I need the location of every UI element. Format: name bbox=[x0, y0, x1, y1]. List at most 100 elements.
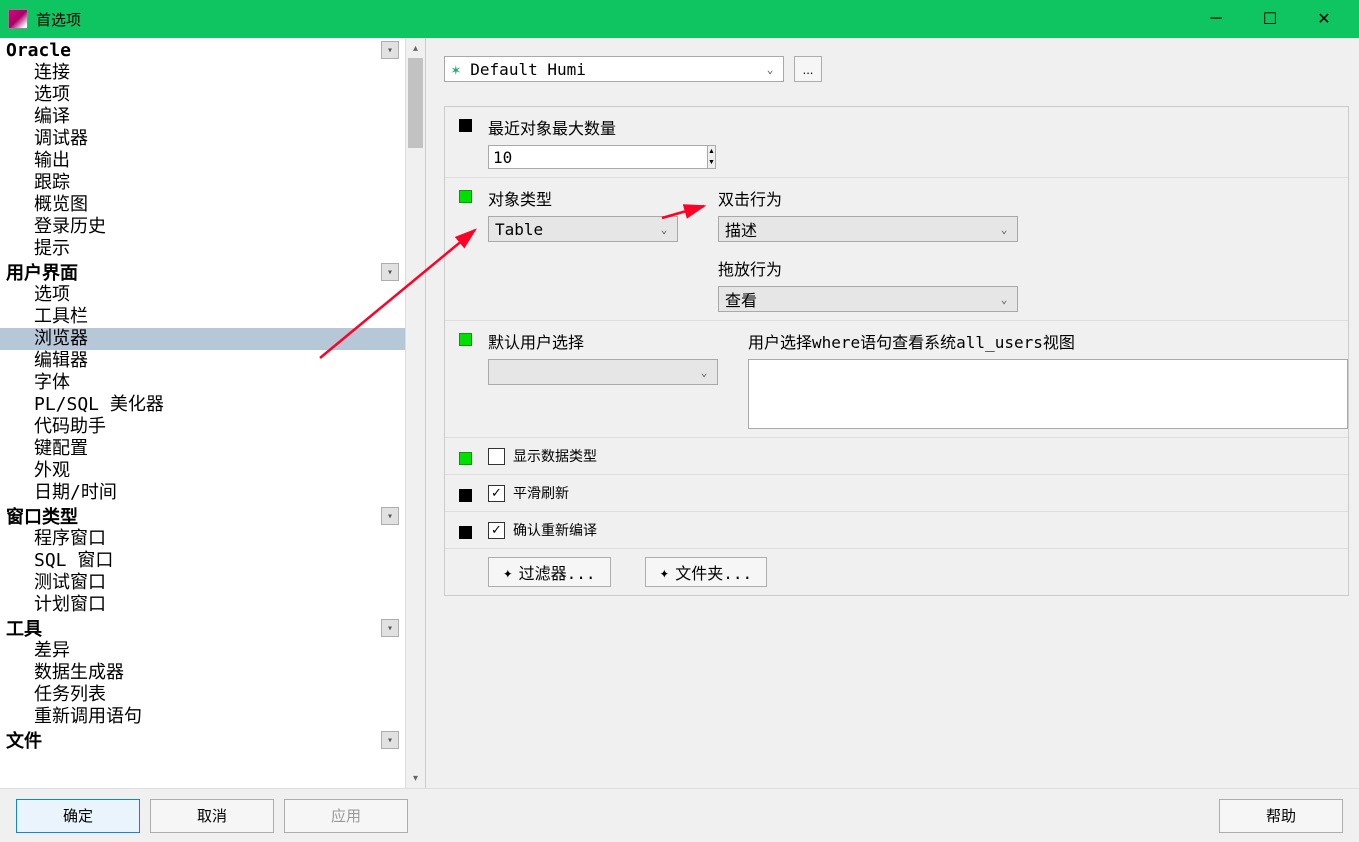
where-label: 用户选择where语句查看系统all_users视图 bbox=[748, 329, 1348, 353]
tree-group-header[interactable]: 工具 bbox=[0, 616, 405, 640]
tree-item[interactable]: 概览图 bbox=[0, 194, 405, 216]
defuser-label: 默认用户选择 bbox=[488, 329, 718, 353]
chevron-down-icon: ⌄ bbox=[761, 63, 779, 76]
app-icon bbox=[8, 9, 28, 29]
smooth-checkbox[interactable]: ✓ bbox=[488, 485, 505, 502]
spin-up-icon[interactable]: ▲ bbox=[708, 146, 715, 157]
filter-button[interactable]: ✦过滤器... bbox=[488, 557, 611, 587]
tree-item[interactable]: PL/SQL 美化器 bbox=[0, 394, 405, 416]
tree-item[interactable]: 外观 bbox=[0, 460, 405, 482]
dragdrop-select[interactable]: 查看 ⌄ bbox=[718, 286, 1018, 312]
tree-item[interactable]: 选项 bbox=[0, 84, 405, 106]
tree-item[interactable]: 编辑器 bbox=[0, 350, 405, 372]
confirm-checkbox[interactable]: ✓ bbox=[488, 522, 505, 539]
marker-icon bbox=[459, 333, 472, 346]
tree-item[interactable]: 提示 bbox=[0, 238, 405, 260]
ok-button[interactable]: 确定 bbox=[16, 799, 140, 833]
tree-item[interactable]: 日期/时间 bbox=[0, 482, 405, 504]
setting-show-types: 显示数据类型 bbox=[445, 438, 1348, 475]
tree-item[interactable]: 任务列表 bbox=[0, 684, 405, 706]
cancel-button[interactable]: 取消 bbox=[150, 799, 274, 833]
tree-item[interactable]: 数据生成器 bbox=[0, 662, 405, 684]
chevron-down-icon: ⌄ bbox=[695, 366, 713, 379]
dblclick-select[interactable]: 描述 ⌄ bbox=[718, 216, 1018, 242]
tree-item[interactable]: 选项 bbox=[0, 284, 405, 306]
setting-object-type: 对象类型 Table ⌄ 双击行为 描述 ⌄ 拖放行为 bbox=[445, 178, 1348, 321]
recent-max-label: 最近对象最大数量 bbox=[488, 115, 616, 139]
wand-icon: ✦ bbox=[503, 563, 513, 582]
tree-group-header[interactable]: 文件 bbox=[0, 728, 405, 752]
settings-panel: 最近对象最大数量 ▲▼ 对象类型 Table ⌄ bbox=[444, 106, 1349, 596]
smooth-label: 平滑刷新 bbox=[513, 483, 569, 503]
recent-max-input[interactable]: ▲▼ bbox=[488, 145, 558, 169]
chevron-down-icon[interactable] bbox=[381, 619, 399, 637]
chevron-down-icon: ⌄ bbox=[995, 293, 1013, 306]
where-textarea[interactable] bbox=[748, 359, 1348, 429]
chevron-down-icon: ⌄ bbox=[995, 223, 1013, 236]
sidebar-scrollbar[interactable]: ▴ ▾ bbox=[405, 38, 425, 788]
tree-item[interactable]: 重新调用语句 bbox=[0, 706, 405, 728]
chevron-down-icon[interactable] bbox=[381, 41, 399, 59]
tree-item[interactable]: 连接 bbox=[0, 62, 405, 84]
chevron-down-icon[interactable] bbox=[381, 263, 399, 281]
tree-item[interactable]: 跟踪 bbox=[0, 172, 405, 194]
minimize-button[interactable]: ─ bbox=[1189, 0, 1243, 38]
marker-icon bbox=[459, 190, 472, 203]
window-title: 首选项 bbox=[36, 9, 81, 30]
chevron-down-icon[interactable] bbox=[381, 507, 399, 525]
chevron-down-icon: ⌄ bbox=[655, 223, 673, 236]
setting-recent-max: 最近对象最大数量 ▲▼ bbox=[445, 107, 1348, 178]
setting-buttons: ✦过滤器... ✦文件夹... bbox=[445, 549, 1348, 595]
tree-item[interactable]: 浏览器 bbox=[0, 328, 405, 350]
tree-group-header[interactable]: Oracle bbox=[0, 38, 405, 62]
tree-item[interactable]: 编译 bbox=[0, 106, 405, 128]
tree-item[interactable]: SQL 窗口 bbox=[0, 550, 405, 572]
setting-default-user: 默认用户选择 ⌄ 用户选择where语句查看系统all_users视图 bbox=[445, 321, 1348, 438]
tree-item[interactable]: 差异 bbox=[0, 640, 405, 662]
show-types-label: 显示数据类型 bbox=[513, 446, 597, 466]
key-icon: ✦ bbox=[660, 563, 670, 582]
tree-item[interactable]: 工具栏 bbox=[0, 306, 405, 328]
tree-item[interactable]: 字体 bbox=[0, 372, 405, 394]
tree-item[interactable]: 登录历史 bbox=[0, 216, 405, 238]
tree-group-header[interactable]: 窗口类型 bbox=[0, 504, 405, 528]
profile-select[interactable]: ✶ Default Humi ⌄ bbox=[444, 56, 784, 82]
window-controls: ─ ☐ ✕ bbox=[1189, 0, 1351, 38]
setting-smooth: ✓ 平滑刷新 bbox=[445, 475, 1348, 512]
marker-icon bbox=[459, 489, 472, 502]
marker-icon bbox=[459, 526, 472, 539]
show-types-checkbox[interactable] bbox=[488, 448, 505, 465]
spin-down-icon[interactable]: ▼ bbox=[708, 157, 715, 168]
scroll-thumb[interactable] bbox=[408, 58, 423, 148]
tree-item[interactable]: 代码助手 bbox=[0, 416, 405, 438]
main-area: Oracle连接选项编译调试器输出跟踪概览图登录历史提示用户界面选项工具栏浏览器… bbox=[0, 38, 1359, 788]
recent-max-field[interactable] bbox=[488, 145, 708, 169]
tree-group-header[interactable]: 用户界面 bbox=[0, 260, 405, 284]
dblclick-label: 双击行为 bbox=[718, 186, 1018, 210]
setting-confirm: ✓ 确认重新编译 bbox=[445, 512, 1348, 549]
dragdrop-label: 拖放行为 bbox=[718, 256, 1018, 280]
tree-item[interactable]: 输出 bbox=[0, 150, 405, 172]
maximize-button[interactable]: ☐ bbox=[1243, 0, 1297, 38]
objtype-select[interactable]: Table ⌄ bbox=[488, 216, 678, 242]
tree-item[interactable]: 计划窗口 bbox=[0, 594, 405, 616]
marker-icon bbox=[459, 119, 472, 132]
tree-item[interactable]: 测试窗口 bbox=[0, 572, 405, 594]
defuser-select[interactable]: ⌄ bbox=[488, 359, 718, 385]
scroll-down-icon[interactable]: ▾ bbox=[406, 768, 425, 788]
help-button[interactable]: 帮助 bbox=[1219, 799, 1343, 833]
tree-item[interactable]: 键配置 bbox=[0, 438, 405, 460]
titlebar: 首选项 ─ ☐ ✕ bbox=[0, 0, 1359, 38]
folder-button[interactable]: ✦文件夹... bbox=[645, 557, 768, 587]
apply-button[interactable]: 应用 bbox=[284, 799, 408, 833]
marker-icon bbox=[459, 452, 472, 465]
profile-more-button[interactable]: ... bbox=[794, 56, 822, 82]
tree-item[interactable]: 程序窗口 bbox=[0, 528, 405, 550]
sidebar: Oracle连接选项编译调试器输出跟踪概览图登录历史提示用户界面选项工具栏浏览器… bbox=[0, 38, 426, 788]
chevron-down-icon[interactable] bbox=[381, 731, 399, 749]
close-button[interactable]: ✕ bbox=[1297, 0, 1351, 38]
bottom-bar: 确定 取消 应用 帮助 bbox=[0, 788, 1359, 842]
scroll-up-icon[interactable]: ▴ bbox=[406, 38, 425, 58]
tree-item[interactable]: 调试器 bbox=[0, 128, 405, 150]
objtype-label: 对象类型 bbox=[488, 186, 678, 210]
